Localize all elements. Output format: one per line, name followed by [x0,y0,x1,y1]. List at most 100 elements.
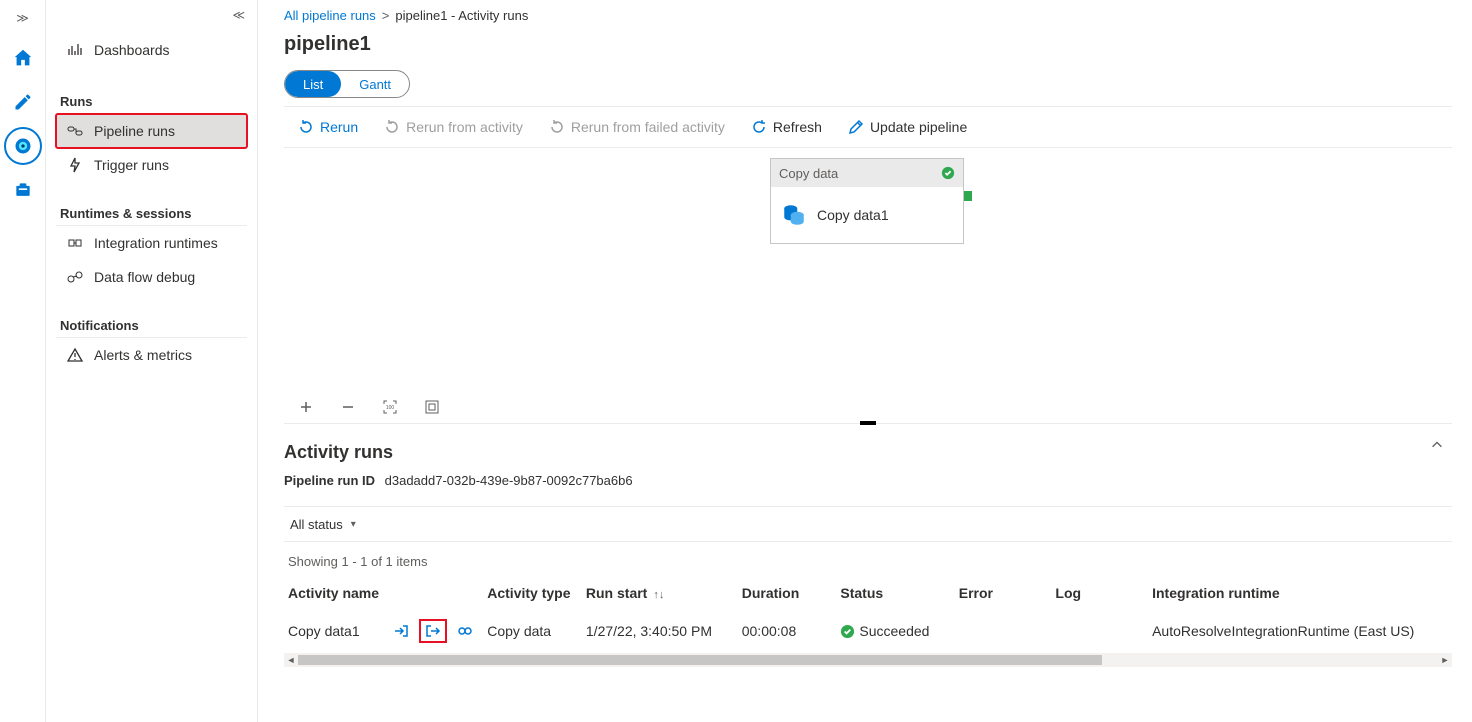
rerun-button[interactable]: Rerun [298,119,358,135]
rerun-failed-button: Rerun from failed activity [549,119,725,135]
rerun-failed-icon [549,119,565,135]
node-header: Copy data [771,159,963,187]
hdr-ir[interactable]: Integration runtime [1152,585,1448,601]
notifications-section-title: Notifications [56,312,247,338]
alerts-metrics-label: Alerts & metrics [94,347,192,363]
hdr-error[interactable]: Error [959,585,1056,601]
breadcrumb-sep: > [382,8,390,23]
home-icon[interactable] [4,39,42,77]
node-type: Copy data [779,166,838,181]
pipeline-runs-icon [64,123,86,139]
hdr-name[interactable]: Activity name [288,585,487,601]
svg-text:100: 100 [386,405,395,411]
activity-runs-section: Activity runs Pipeline run ID d3adadd7-0… [284,424,1452,667]
breadcrumb-current: pipeline1 - Activity runs [395,8,528,23]
success-icon [840,624,855,639]
rerun-activity-icon [384,119,400,135]
table-row[interactable]: Copy data1 Copy data 1/27/22, 3:40:50 PM… [284,619,1452,643]
view-gantt[interactable]: Gantt [341,71,409,97]
update-pipeline-button[interactable]: Update pipeline [848,119,967,135]
icon-rail: ≫ [0,0,46,722]
sort-icon: ↑↓ [653,589,664,601]
fullscreen-icon[interactable] [424,399,440,415]
pipeline-run-id: Pipeline run ID d3adadd7-032b-439e-9b87-… [284,473,1452,488]
details-icon[interactable] [457,623,473,639]
integration-runtimes-icon [64,235,86,251]
rerun-icon [298,119,314,135]
rerun-activity-button: Rerun from activity [384,119,523,135]
page-title: pipeline1 [284,33,1452,56]
view-list[interactable]: List [285,71,341,97]
hdr-duration[interactable]: Duration [742,585,841,601]
cell-name: Copy data1 [288,619,487,643]
hdr-type[interactable]: Activity type [487,585,586,601]
dataflow-debug-icon [64,269,86,285]
author-icon[interactable] [4,83,42,121]
runtimes-section-title: Runtimes & sessions [56,200,247,226]
dashboards-item[interactable]: Dashboards [56,30,247,70]
output-icon[interactable] [419,619,447,643]
alerts-metrics-item[interactable]: Alerts & metrics [56,338,247,372]
pipeline-runs-item[interactable]: Pipeline runs [56,114,247,148]
main-region: All pipeline runs > pipeline1 - Activity… [258,0,1472,722]
scroll-right-icon[interactable]: ► [1438,653,1452,667]
success-connector [964,191,972,201]
integration-runtimes-item[interactable]: Integration runtimes [56,226,247,260]
hdr-status[interactable]: Status [840,585,958,601]
dashboards-icon [64,42,86,58]
zoom-fit-icon[interactable]: 100 [382,399,398,415]
horizontal-scrollbar[interactable]: ◄ ► [284,653,1452,667]
cell-start: 1/27/22, 3:40:50 PM [586,623,742,639]
activity-runs-title: Activity runs [284,442,1452,463]
collapse-panel-button[interactable]: ≪ [232,8,245,22]
scrollbar-thumb[interactable] [298,655,1102,665]
side-panel: ≪ Dashboards Runs Pipeline runs Trigger … [46,0,258,722]
manage-icon[interactable] [4,171,42,209]
edit-icon [848,119,864,135]
trigger-runs-item[interactable]: Trigger runs [56,148,247,182]
cell-duration: 00:00:08 [742,623,841,639]
hdr-log[interactable]: Log [1055,585,1152,601]
breadcrumb: All pipeline runs > pipeline1 - Activity… [284,8,1452,23]
trigger-runs-label: Trigger runs [94,157,169,173]
runs-section-title: Runs [56,88,247,114]
cell-status: Succeeded [840,623,958,639]
run-id-value: d3adadd7-032b-439e-9b87-0092c77ba6b6 [385,473,633,488]
dashboards-label: Dashboards [94,42,170,58]
expand-rail-button[interactable]: ≫ [8,6,38,30]
zoom-in-icon[interactable] [298,399,314,415]
status-filter-label: All status [290,517,343,532]
dataflow-debug-item[interactable]: Data flow debug [56,260,247,294]
pipeline-runs-label: Pipeline runs [94,123,175,139]
refresh-icon [751,119,767,135]
database-icon [781,202,807,228]
dataflow-debug-label: Data flow debug [94,269,195,285]
view-toggle: List Gantt [284,70,410,98]
collapse-section-button[interactable] [1430,438,1444,452]
scroll-left-icon[interactable]: ◄ [284,653,298,667]
refresh-button[interactable]: Refresh [751,119,822,135]
monitor-icon[interactable] [4,127,42,165]
run-id-label: Pipeline run ID [284,473,375,488]
hdr-start[interactable]: Run start↑↓ [586,585,742,601]
cell-type: Copy data [487,623,586,639]
activity-table: Activity name Activity type Run start↑↓ … [284,585,1452,643]
status-filter[interactable]: All status ▾ [284,506,1452,542]
cell-ir: AutoResolveIntegrationRuntime (East US) [1152,623,1448,639]
alerts-icon [64,347,86,363]
toolbar: Rerun Rerun from activity Rerun from fai… [284,106,1452,148]
canvas-toolbar: 100 [298,399,440,415]
trigger-runs-icon [64,157,86,173]
zoom-out-icon[interactable] [340,399,356,415]
activity-node[interactable]: Copy data Copy data1 [770,158,964,244]
node-name: Copy data1 [817,207,889,223]
showing-text: Showing 1 - 1 of 1 items [288,554,1452,569]
pipeline-canvas[interactable]: Copy data Copy data1 100 [284,148,1452,424]
check-icon [941,166,955,180]
integration-runtimes-label: Integration runtimes [94,235,218,251]
node-body: Copy data1 [771,187,963,243]
chevron-down-icon: ▾ [351,519,356,530]
input-icon[interactable] [393,623,409,639]
breadcrumb-root[interactable]: All pipeline runs [284,8,376,23]
table-header: Activity name Activity type Run start↑↓ … [284,585,1452,601]
